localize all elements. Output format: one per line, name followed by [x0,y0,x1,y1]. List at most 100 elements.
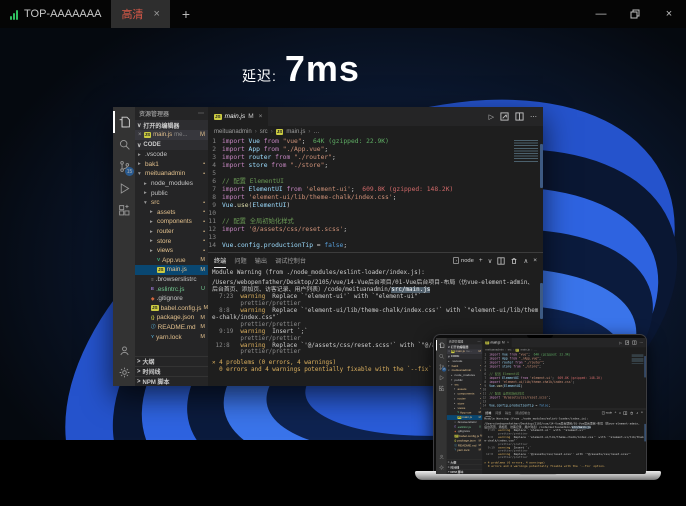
close-editor-icon[interactable]: × [138,132,142,138]
open-changes-icon[interactable] [500,112,509,121]
sidebar-section-NPM 脚本[interactable]: >NPM 脚本 [135,376,208,386]
trash-icon[interactable] [510,257,518,265]
section-chevron-icon: > [448,470,450,473]
tree-item-meituanadmin[interactable]: ▾meituanadmin• [135,169,208,179]
panel-actions: › node + ∨ ∧ × [602,411,643,415]
terminal-dropdown-icon[interactable]: ∨ [488,257,493,265]
tree-item-node_modules[interactable]: ▸node_modules [135,179,208,189]
settings-gear-icon [436,462,447,473]
close-button[interactable]: × [652,0,686,28]
panel-tab-问题[interactable]: 问题 [234,253,246,268]
sidebar-section-时间线[interactable]: >时间线 [135,366,208,376]
info-file-icon: ⓘ [151,324,156,330]
terminal-line: 7:23 warning Replace `'element-ui'` with… [212,294,539,301]
run-file-icon[interactable]: ▷ [489,113,494,121]
line-number: 7 [208,186,222,194]
file-tree: ▸.vscode▸bak1•▾meituanadmin•▸node_module… [447,359,483,453]
tree-item-.browserslistrc[interactable]: ≡.browserslistrc [135,275,208,285]
code-editor[interactable]: 1import Vue from "vue"; 64K (gzipped: 22… [208,138,543,252]
panel-scrollbar[interactable] [540,283,543,319]
extensions-icon[interactable] [113,199,135,221]
breadcrumb-item[interactable]: meituanadmin [214,129,252,135]
sidebar-bottom-sections: >大纲>时间线>NPM 脚本 [135,356,208,386]
section-chevron-icon: > [137,379,141,385]
line-number: 1 [208,138,222,146]
tree-item-.eslintrc.js[interactable]: E.eslintrc.jsU [135,284,208,294]
tab-top-stats-label: TOP-AAAAAAA [24,8,101,20]
panel-tab-输出[interactable]: 输出 [255,253,267,268]
split-terminal-icon[interactable] [497,257,505,265]
tree-item-bak1[interactable]: ▸bak1• [135,160,208,170]
editor-column: JS main.js M × ▷ ⋯ meituanadmin›src›JSma… [482,338,645,474]
restore-button[interactable] [618,0,652,28]
explorer-icon[interactable] [113,111,135,133]
panel-tab-调试控制台[interactable]: 调试控制台 [275,253,306,268]
settings-gear-icon[interactable] [113,361,135,383]
tree-item-main.js[interactable]: JSmain.jsM [135,265,208,275]
breadcrumb-item[interactable]: … [313,129,319,135]
tree-item-label: .vscode [145,151,167,158]
breadcrumb-item[interactable]: main.js [286,129,305,135]
tree-item-App.vue[interactable]: VApp.vueM [135,256,208,266]
tree-item-yarn.lock[interactable]: Yyarn.lockM [135,332,208,342]
tree-item-.gitignore[interactable]: ◆.gitignore [135,294,208,304]
tree-item-label: meituanadmin [452,369,472,372]
more-actions-icon[interactable]: ⋯ [530,113,537,121]
sidebar-section-大纲[interactable]: >大纲 [135,356,208,366]
js-file-icon: JS [151,305,159,311]
js-file-icon: JS [144,132,152,138]
breadcrumb-separator: › [513,349,514,352]
tab-hd[interactable]: 高清 × [111,0,169,28]
tab-close-icon[interactable]: × [259,113,263,120]
tree-item-.vscode[interactable]: ▸.vscode [135,150,208,160]
open-editors-header[interactable]: ∨ 打开的编辑器 [135,120,208,130]
tree-closed-arrow-icon: ▸ [448,365,450,368]
tab-close-icon[interactable]: × [153,8,159,20]
tree-item-babel.config.js[interactable]: JSbabel.config.jsM [135,304,208,314]
terminal-line: 0 errors and 4 warnings potentially fixa… [484,465,644,468]
breadcrumb-item: main.js [521,349,530,352]
editor-tab-mainjs[interactable]: JS main.js M × [208,107,268,126]
open-editor-item-mainjs[interactable]: × JS main.js me... M [135,130,208,140]
tree-item-label: node_modules [455,374,475,377]
tree-item-README.md[interactable]: ⓘREADME.mdM [135,323,208,333]
line-number: 14 [208,242,222,250]
close-panel-icon[interactable]: × [533,257,537,264]
code-line: 12import '@/assets/css/reset.scss'; [208,226,543,234]
tree-item-package.json[interactable]: {}package.jsonM [135,313,208,323]
section-chevron-icon: ∨ [137,142,141,149]
new-tab-button[interactable]: + [170,0,202,28]
tab-top-stats[interactable]: TOP-AAAAAAA [0,0,111,28]
shell-indicator[interactable]: › node [453,257,473,264]
tree-item-store[interactable]: ▸store• [135,236,208,246]
minimize-button[interactable]: — [584,0,618,28]
split-editor-icon[interactable] [515,112,524,121]
tree-closed-arrow-icon: ▸ [138,161,143,167]
section-chevron-icon: > [448,466,450,469]
tree-item-src[interactable]: ▾src• [135,198,208,208]
run-debug-icon[interactable] [113,177,135,199]
editor-scrollbar[interactable] [540,144,543,188]
line-number: 5 [208,170,222,178]
panel-tab-输出: 输出 [505,409,511,416]
new-terminal-icon[interactable]: + [479,257,483,264]
activity-bar-bottom [436,451,447,474]
line-number: 4 [208,162,222,170]
breadcrumb-item[interactable]: src [260,129,268,135]
panel-tab-终端[interactable]: 终端 [214,253,226,268]
editor-tabbar: JS main.js M × ▷ ⋯ [482,338,645,347]
tree-item-public[interactable]: ▸public [135,188,208,198]
explorer-more-icon[interactable]: ⋯ [198,110,204,117]
account-icon[interactable] [113,339,135,361]
code-section-header[interactable]: ∨ CODE [135,140,208,150]
tree-item-components[interactable]: ▸components• [135,217,208,227]
maximize-panel-icon[interactable]: ∧ [523,257,528,265]
maximize-panel-icon: ∧ [636,411,638,415]
tree-item-router[interactable]: ▸router• [135,227,208,237]
tree-item-views[interactable]: ▸views• [135,246,208,256]
search-icon[interactable] [113,133,135,155]
source-control-icon[interactable]: 15 [113,155,135,177]
code-line: 3import router from "./router"; [208,154,543,162]
section-chevron-icon: > [448,461,450,464]
tree-item-assets[interactable]: ▸assets• [135,208,208,218]
